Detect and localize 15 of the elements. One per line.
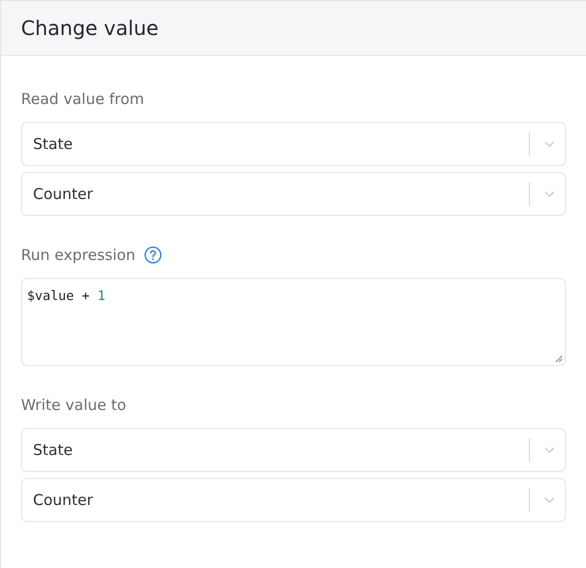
dropdown-select[interactable]: Counter — [21, 478, 566, 522]
dropdown-select[interactable]: Counter — [21, 172, 566, 216]
expression-field[interactable]: $value + 1 — [21, 278, 566, 366]
panel-title: Change value — [21, 16, 159, 40]
chevron-down-icon — [544, 190, 555, 198]
chevron-down-icon — [544, 446, 555, 454]
resize-grip-icon — [555, 355, 563, 363]
field-label: Run expression — [21, 246, 136, 264]
field-label: Write value to — [21, 396, 126, 414]
field-label: Read value from — [21, 90, 144, 108]
chevron-down-icon — [544, 496, 555, 504]
dropdown-select[interactable]: State — [21, 428, 566, 472]
dropdown-select[interactable]: State — [21, 122, 566, 166]
chevron-down-icon — [544, 140, 555, 148]
help-icon[interactable] — [144, 246, 162, 264]
